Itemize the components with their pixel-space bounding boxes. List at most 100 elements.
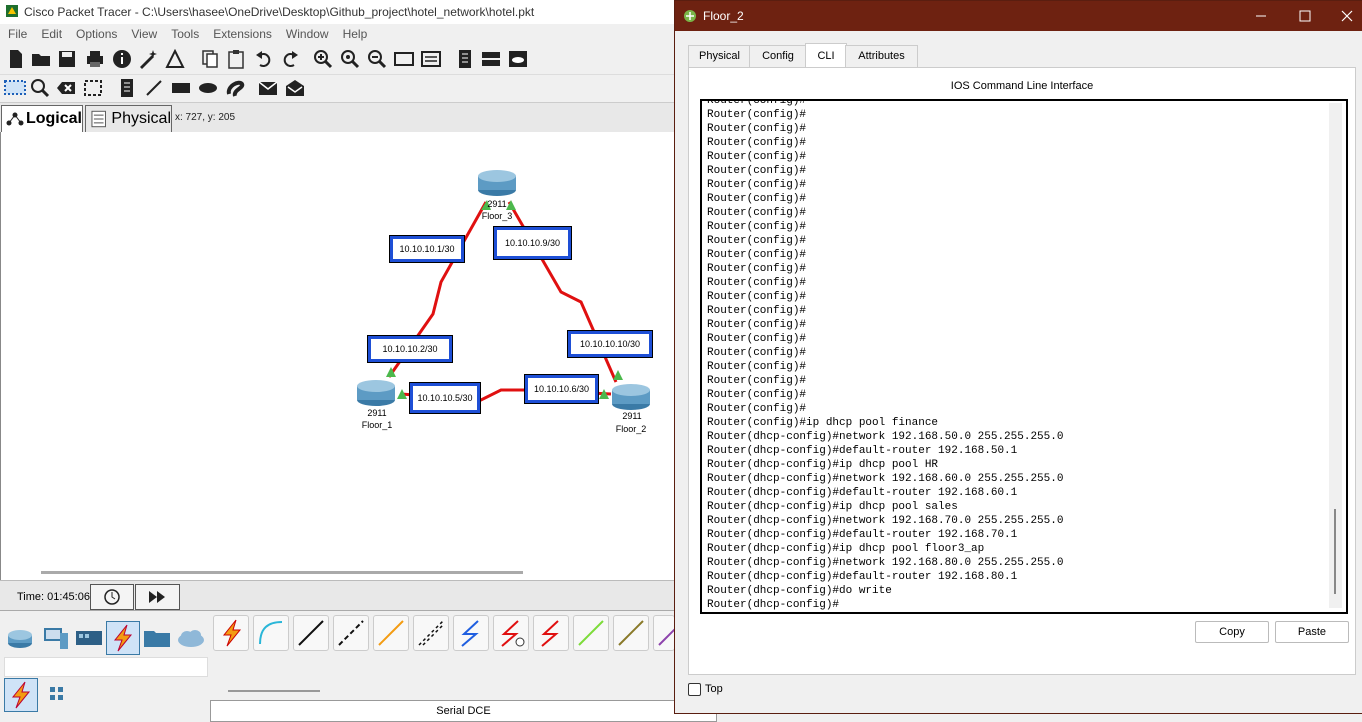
device-dialog: Floor_2 Physical Config CLI Attributes I… — [674, 0, 1362, 714]
cli-line: Router(config)# — [707, 333, 807, 345]
print-icon[interactable] — [85, 49, 105, 69]
workspace-horizontal-scrollbar[interactable] — [41, 571, 523, 574]
menu-view[interactable]: View — [131, 27, 157, 41]
ip-label[interactable]: 10.10.10.5/30 — [409, 382, 481, 414]
lightning-icon — [11, 681, 31, 709]
network-devices-icon[interactable] — [5, 623, 35, 653]
copy-button[interactable]: Copy — [1195, 621, 1269, 643]
draw-ellipse-icon[interactable] — [198, 78, 218, 98]
redo-icon[interactable] — [280, 49, 300, 69]
cli-line: Router(config)# — [707, 277, 807, 289]
miscellaneous-icon[interactable] — [142, 623, 172, 653]
coaxial-cable[interactable] — [613, 615, 649, 651]
zoom-reset-icon[interactable] — [340, 49, 360, 69]
tab-attributes[interactable]: Attributes — [845, 45, 918, 67]
auto-connection-cable[interactable] — [213, 615, 249, 651]
paste-button[interactable]: Paste — [1275, 621, 1349, 643]
save-icon[interactable] — [57, 49, 77, 69]
select-icon[interactable] — [4, 78, 28, 98]
connections-subcategory[interactable] — [4, 678, 38, 712]
router-floor1-icon[interactable] — [357, 380, 395, 406]
rollover-cable[interactable] — [373, 615, 409, 651]
activity-wizard-icon[interactable] — [138, 49, 158, 69]
tab-physical[interactable]: Physical — [85, 105, 172, 133]
cable-scrollbar[interactable] — [228, 690, 320, 692]
connections-category[interactable] — [106, 621, 140, 655]
paste-icon[interactable] — [226, 49, 246, 69]
close-button[interactable] — [1336, 5, 1358, 27]
resize-shape-icon[interactable] — [83, 78, 103, 98]
ip-label[interactable]: 10.10.10.9/30 — [493, 226, 572, 260]
serial-dce-cable[interactable] — [493, 615, 529, 651]
new-file-icon[interactable] — [6, 49, 26, 69]
crossover-cable[interactable] — [333, 615, 369, 651]
components-icon[interactable] — [74, 623, 104, 653]
custom-devices-dialog-icon[interactable] — [421, 49, 441, 69]
end-devices-icon[interactable] — [40, 623, 70, 653]
ip-label[interactable]: 10.10.10.10/30 — [567, 330, 653, 358]
fast-forward-button[interactable] — [135, 584, 180, 610]
octal-cable[interactable] — [573, 615, 609, 651]
router-floor3-icon[interactable] — [478, 170, 516, 196]
tab-logical[interactable]: Logical — [1, 105, 83, 133]
maximize-icon — [1299, 10, 1311, 22]
tab-physical-config[interactable]: Physical — [688, 45, 751, 67]
cli-line: Router(config)# — [707, 305, 807, 317]
freeform-icon[interactable] — [225, 78, 245, 98]
console-cable[interactable] — [253, 615, 289, 651]
minimize-button[interactable] — [1250, 5, 1272, 27]
usb-cable[interactable] — [653, 615, 675, 651]
maximize-button[interactable] — [1294, 5, 1316, 27]
power-cycle-button[interactable] — [90, 584, 134, 610]
ip-label[interactable]: 10.10.10.2/30 — [367, 335, 453, 363]
cli-line: Router(dhcp-config)#ip dhcp pool HR — [707, 459, 939, 471]
undo-icon[interactable] — [254, 49, 274, 69]
cli-line: Router(dhcp-config)#network 192.168.80.0… — [707, 557, 1064, 569]
multiuser-cloud-icon[interactable] — [176, 623, 206, 653]
menu-window[interactable]: Window — [286, 27, 329, 41]
menu-tools[interactable]: Tools — [171, 27, 199, 41]
coaxial-cable-icon — [618, 620, 644, 646]
menu-file[interactable]: File — [8, 27, 27, 41]
ipc-icon[interactable] — [455, 49, 475, 69]
straight-through-cable[interactable] — [293, 615, 329, 651]
fiber-cable[interactable] — [413, 615, 449, 651]
router-floor2-model: 2911 — [622, 411, 642, 421]
drawing-palette-icon[interactable] — [394, 49, 414, 69]
grid-icon[interactable] — [42, 679, 72, 709]
tab-cli[interactable]: CLI — [805, 43, 847, 67]
inspect-icon[interactable] — [30, 78, 50, 98]
menu-edit[interactable]: Edit — [41, 27, 62, 41]
draw-line-icon[interactable] — [144, 78, 164, 98]
cli-line: Router(config)# — [707, 99, 807, 107]
cli-line: Router(dhcp-config)#default-router 192.1… — [707, 445, 1018, 457]
ip-label[interactable]: 10.10.10.6/30 — [524, 374, 599, 404]
menu-options[interactable]: Options — [76, 27, 117, 41]
menu-extensions[interactable]: Extensions — [213, 27, 272, 41]
tab-config[interactable]: Config — [749, 45, 807, 67]
draw-rectangle-icon[interactable] — [171, 78, 191, 98]
ip-label[interactable]: 10.10.10.1/30 — [389, 235, 465, 263]
zoom-out-icon[interactable] — [367, 49, 387, 69]
info-icon[interactable] — [112, 49, 132, 69]
open-folder-icon[interactable] — [31, 49, 51, 69]
place-note-icon[interactable] — [117, 78, 137, 98]
router-floor2-icon[interactable] — [612, 384, 650, 410]
phone-cable[interactable] — [453, 615, 489, 651]
network-info-icon[interactable] — [481, 49, 501, 69]
cloud-icon[interactable] — [508, 49, 528, 69]
serial-dte-cable[interactable] — [533, 615, 569, 651]
delete-icon[interactable] — [56, 78, 76, 98]
logical-workspace[interactable]: 2911 Floor_3 2911 Floor_1 2911 Floor_2 1… — [0, 132, 676, 580]
device-panel: Serial DCE — [0, 610, 717, 722]
top-checkbox[interactable] — [688, 683, 701, 696]
cli-scrollbar-thumb[interactable] — [1334, 509, 1336, 594]
cli-scrollbar[interactable] — [1329, 103, 1342, 608]
menu-help[interactable]: Help — [343, 27, 368, 41]
add-simple-pdu-icon[interactable] — [258, 78, 278, 98]
cli-terminal[interactable]: Router(config)# Router(config)# Router(con… — [700, 99, 1348, 614]
add-complex-pdu-icon[interactable] — [285, 78, 305, 98]
custom-device-icon[interactable] — [165, 49, 185, 69]
copy-icon[interactable] — [200, 49, 220, 69]
zoom-in-icon[interactable] — [313, 49, 333, 69]
